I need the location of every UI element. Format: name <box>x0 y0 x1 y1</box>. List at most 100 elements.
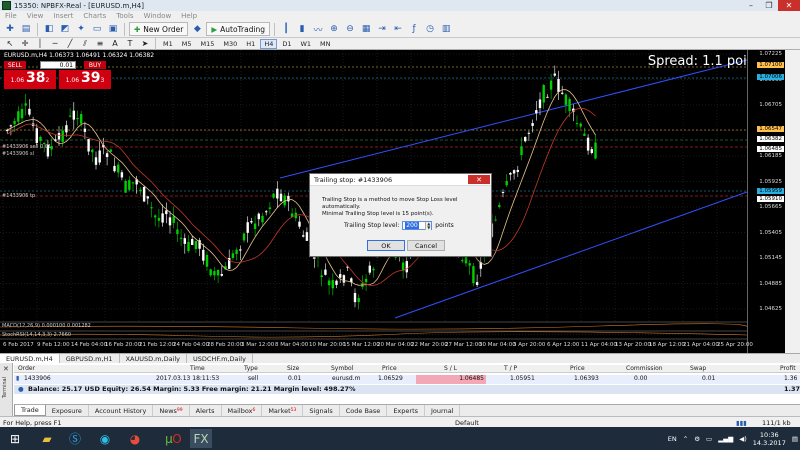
file-explorer-icon[interactable]: ▰ <box>36 429 58 448</box>
network-icon[interactable]: ▂▄▆ <box>718 435 733 443</box>
tab-journal[interactable]: Journal <box>425 405 461 416</box>
chart-tab-eurusd[interactable]: EURUSD.m,H4 <box>0 354 60 363</box>
menu-help[interactable]: Help <box>176 12 202 20</box>
fibonacci-icon[interactable]: ≡ <box>93 39 107 49</box>
channel-icon[interactable]: ⫽ <box>78 39 92 49</box>
terminal-icon[interactable]: ▭ <box>90 23 104 36</box>
col-time[interactable]: Time <box>190 365 205 372</box>
menu-insert[interactable]: Insert <box>48 12 78 20</box>
autoscroll-icon[interactable]: ⇥ <box>375 23 389 36</box>
tab-alerts[interactable]: Alerts <box>190 405 222 416</box>
chart-shift-icon[interactable]: ⇤ <box>391 23 405 36</box>
chart-scrollbar[interactable] <box>785 50 800 353</box>
menu-charts[interactable]: Charts <box>78 12 111 20</box>
tray-chevron-icon[interactable]: ⌃ <box>683 435 688 443</box>
buy-button[interactable]: BUY <box>84 61 106 69</box>
ask-price[interactable]: 1.06 39 3 <box>59 70 111 89</box>
cancel-button[interactable]: Cancel <box>407 240 445 251</box>
vertical-line-icon[interactable]: │ <box>33 39 47 49</box>
data-window-icon[interactable]: ◩ <box>58 23 72 36</box>
spinner-icon[interactable]: ▲ ▼ <box>425 222 432 230</box>
zoom-out-icon[interactable]: ⊖ <box>343 23 357 36</box>
col-size[interactable]: Size <box>287 365 299 372</box>
close-icon[interactable]: ✕ <box>778 0 800 11</box>
notifications-icon[interactable]: ▤ <box>792 435 798 443</box>
col-tp[interactable]: T / P <box>504 365 517 372</box>
table-row[interactable]: ▮ 1433906 2017.03.13 18:11:53 sell 0.01 … <box>14 375 800 384</box>
steam-icon[interactable]: ◉ <box>94 429 116 448</box>
bar-chart-icon[interactable]: ┃ <box>279 23 293 36</box>
text-tool-icon[interactable]: A <box>108 39 122 49</box>
col-swap[interactable]: Swap <box>690 365 706 372</box>
col-price[interactable]: Price <box>382 365 397 372</box>
periods-icon[interactable]: ◷ <box>423 23 437 36</box>
tab-market[interactable]: Market 53 <box>262 405 304 416</box>
timeframe-w1[interactable]: W1 <box>296 39 315 49</box>
new-chart-icon[interactable]: ✚ <box>3 23 17 36</box>
ok-button[interactable]: OK <box>367 240 405 251</box>
price-axis[interactable]: 1.072251.069651.067051.064451.061851.059… <box>747 50 785 353</box>
col-order[interactable]: Order <box>18 365 35 372</box>
menu-view[interactable]: View <box>22 12 49 20</box>
trendline-icon[interactable]: ╱ <box>63 39 77 49</box>
tab-signals[interactable]: Signals <box>303 405 340 416</box>
col-commission[interactable]: Commission <box>626 365 663 372</box>
bid-price[interactable]: 1.06 38 2 <box>4 70 56 89</box>
templates-icon[interactable]: ▥ <box>439 23 453 36</box>
tab-trade[interactable]: Trade <box>14 405 46 416</box>
timeframe-h1[interactable]: H1 <box>242 39 259 49</box>
col-symbol[interactable]: Symbol <box>331 365 353 372</box>
metaeditor-icon[interactable]: ◆ <box>190 23 204 36</box>
tab-code-base[interactable]: Code Base <box>340 405 388 416</box>
menu-window[interactable]: Window <box>139 12 177 20</box>
cursor-icon[interactable]: ↖ <box>3 39 17 49</box>
terminal-close-icon[interactable]: ✕ <box>3 365 9 373</box>
minimize-icon[interactable]: – <box>742 0 760 11</box>
skype-icon[interactable]: Ⓢ <box>64 429 86 448</box>
menu-file[interactable]: File <box>0 12 22 20</box>
timeframe-m1[interactable]: M1 <box>159 39 177 49</box>
timeframe-m30[interactable]: M30 <box>219 39 241 49</box>
tile-windows-icon[interactable]: ▦ <box>359 23 373 36</box>
line-chart-icon[interactable]: 〰 <box>311 23 325 36</box>
language-indicator[interactable]: EN <box>668 435 677 443</box>
volume-icon[interactable]: ◀) <box>739 435 747 443</box>
timeframe-m5[interactable]: M5 <box>178 39 196 49</box>
maximize-icon[interactable]: ❐ <box>760 0 778 11</box>
chart-tab-gbpusd[interactable]: GBPUSD.m,H1 <box>60 354 120 363</box>
metatrader-icon[interactable]: FX <box>190 429 212 448</box>
menu-tools[interactable]: Tools <box>111 12 138 20</box>
tray-settings-icon[interactable]: ⚙ <box>694 435 700 443</box>
new-order-button[interactable]: ✚ New Order <box>129 22 189 36</box>
lot-size-input[interactable]: 0.01 <box>40 61 76 69</box>
windows-start-icon[interactable]: ⊞ <box>4 429 26 448</box>
battery-icon[interactable]: ▭ <box>706 435 712 443</box>
timeframe-h4[interactable]: H4 <box>260 38 278 49</box>
crosshair-icon[interactable]: ✛ <box>18 39 32 49</box>
chrome-icon[interactable]: ◕ <box>124 429 146 448</box>
zoom-in-icon[interactable]: ⊕ <box>327 23 341 36</box>
navigator-icon[interactable]: ✦ <box>74 23 88 36</box>
tab-account-history[interactable]: Account History <box>89 405 154 416</box>
horizontal-line-icon[interactable]: ─ <box>48 39 62 49</box>
sell-button[interactable]: SELL <box>4 61 26 69</box>
col-type[interactable]: Type <box>244 365 258 372</box>
chart-tab-xauusd[interactable]: XAUUSD.m,Daily <box>120 354 188 363</box>
candlestick-icon[interactable]: ▮ <box>295 23 309 36</box>
dialog-close-icon[interactable]: ✕ <box>468 175 490 184</box>
trailing-stop-input[interactable]: 200 ▲ ▼ <box>402 221 433 230</box>
timeframe-d1[interactable]: D1 <box>278 39 295 49</box>
opera-icon[interactable]: O <box>166 429 188 448</box>
tester-icon[interactable]: ▣ <box>106 23 120 36</box>
tab-news[interactable]: News 99 <box>153 405 190 416</box>
profiles-icon[interactable]: ▤ <box>19 23 33 36</box>
tab-experts[interactable]: Experts <box>387 405 425 416</box>
col-price-current[interactable]: Price <box>570 365 585 372</box>
arrows-icon[interactable]: ➤ <box>138 39 152 49</box>
col-profit[interactable]: Profit <box>780 365 796 372</box>
market-watch-icon[interactable]: ◧ <box>42 23 56 36</box>
clock[interactable]: 10:36 14.3.2017 <box>753 431 786 447</box>
chart-tab-usdchf[interactable]: USDCHF.m,Daily <box>187 354 253 363</box>
autotrading-button[interactable]: ▶ AutoTrading <box>206 22 271 36</box>
tab-exposure[interactable]: Exposure <box>46 405 89 416</box>
